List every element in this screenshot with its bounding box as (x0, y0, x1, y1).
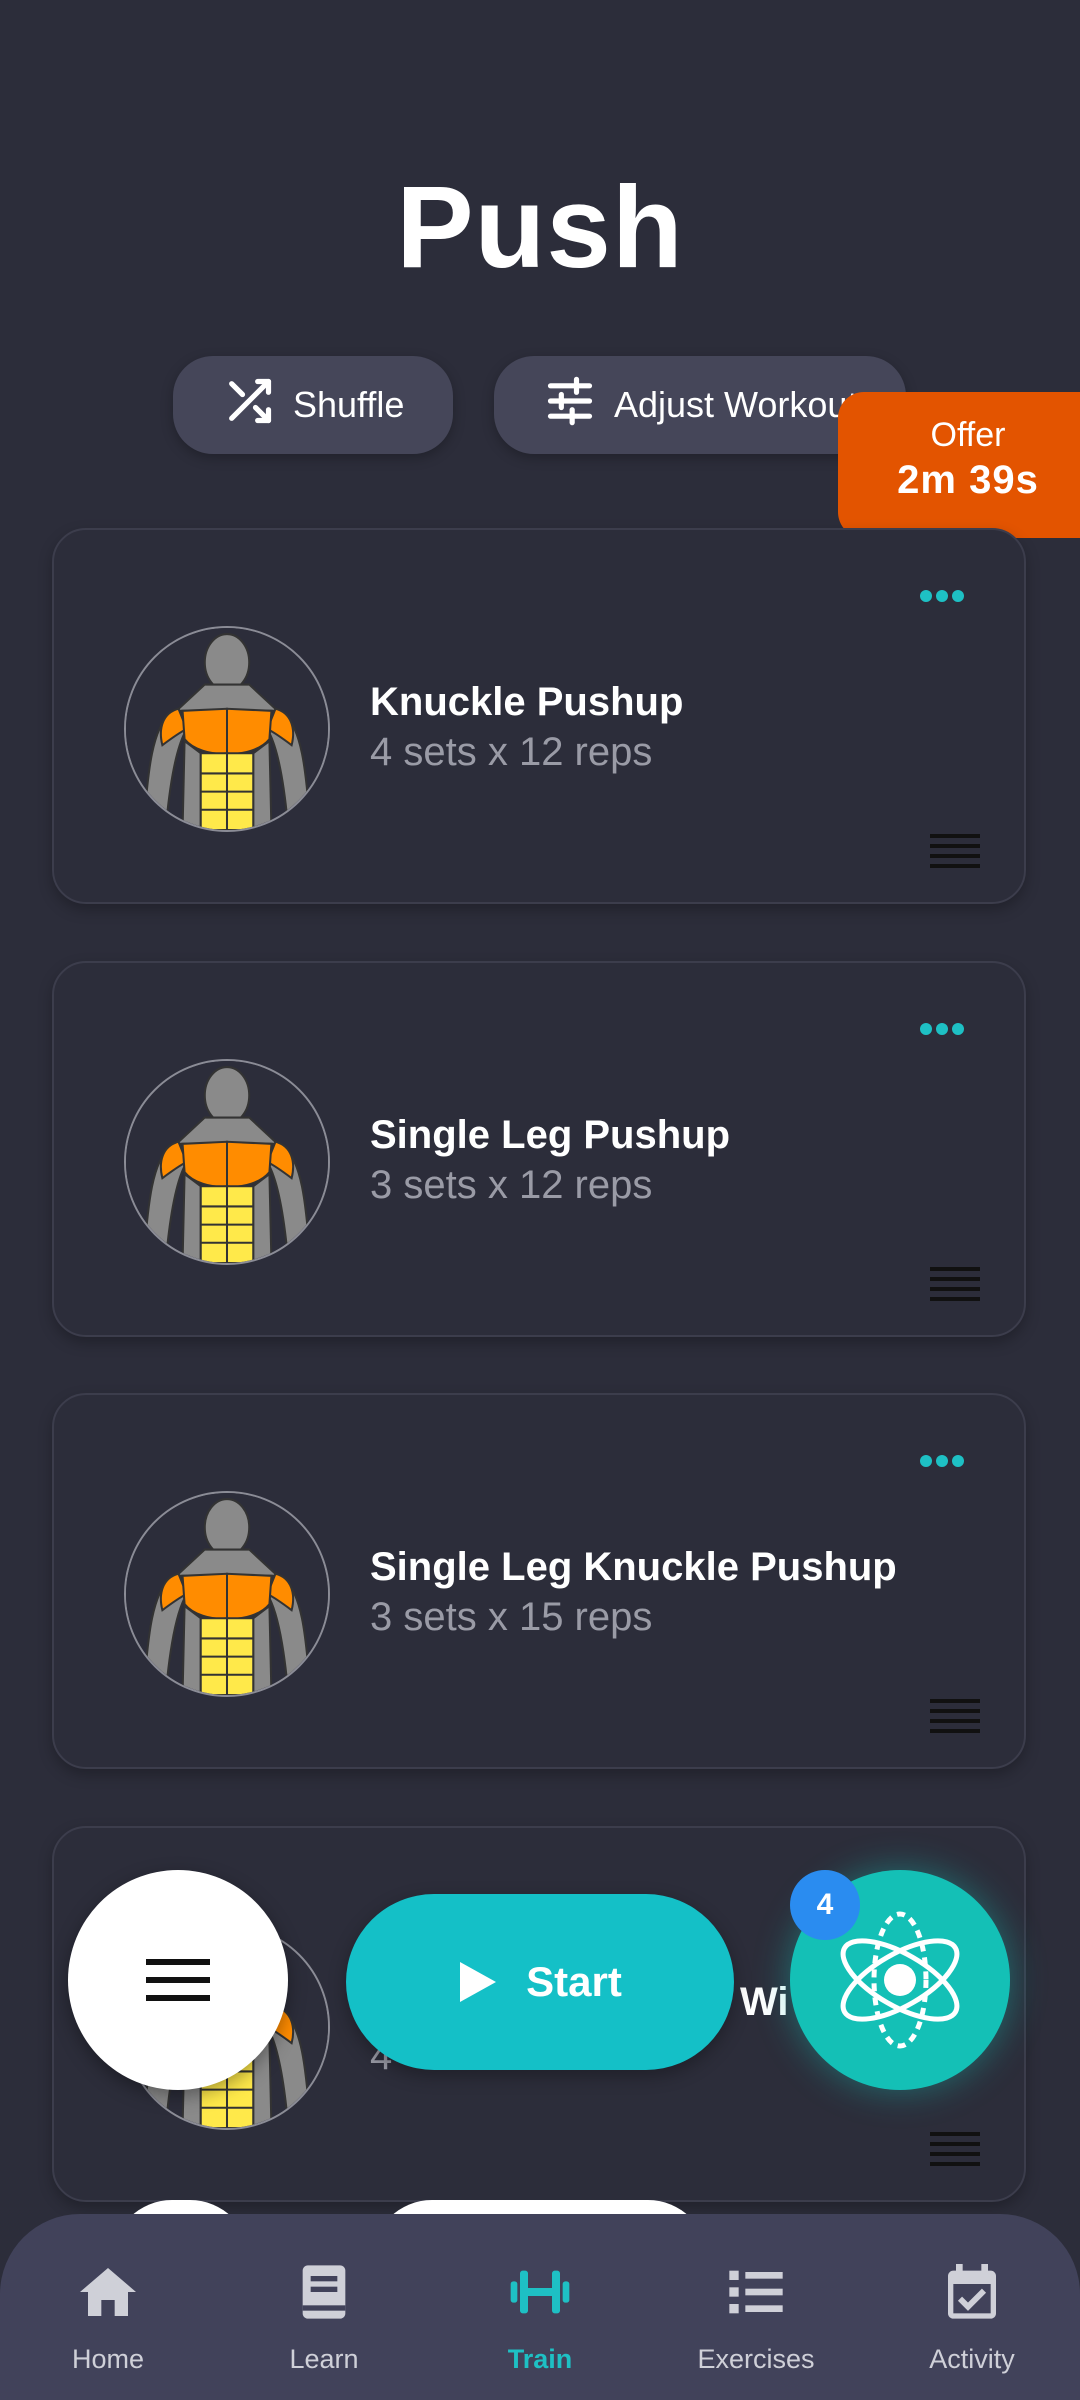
offer-timer: 2m 39s (897, 458, 1039, 502)
nav-item-activity[interactable]: Activity (882, 2260, 1062, 2375)
nav-label-learn: Learn (289, 2344, 359, 2374)
book-icon (302, 2265, 346, 2319)
play-icon (460, 1962, 497, 2002)
muscle-map-icon (124, 1491, 330, 1697)
exercise-card[interactable]: Knuckle Pushup 4 sets x 12 reps (52, 528, 1026, 904)
calendar-check-icon (948, 2264, 996, 2319)
more-options-icon[interactable] (918, 1453, 966, 1469)
page-title: Push (396, 162, 684, 292)
drag-handle-icon[interactable] (930, 832, 980, 872)
more-options-icon[interactable] (918, 588, 966, 604)
nav-item-exercises[interactable]: Exercises (666, 2260, 846, 2375)
nav-label-train: Train (507, 2344, 573, 2374)
nav-item-learn[interactable]: Learn (234, 2260, 414, 2375)
muscle-map-icon (124, 1059, 330, 1265)
drag-handle-icon[interactable] (930, 2130, 980, 2170)
bottom-nav: Home Learn Train Exercises Activity (0, 2214, 1080, 2400)
nav-item-train[interactable]: Train (450, 2260, 630, 2375)
home-icon (80, 2268, 136, 2316)
exercise-detail: 3 sets x 12 reps (370, 1163, 653, 1207)
nav-label-exercises: Exercises (697, 2344, 815, 2374)
start-label: Start (526, 1958, 622, 2005)
hamburger-icon (146, 1959, 210, 2001)
start-button[interactable]: Start (346, 1894, 734, 2070)
nav-label-home: Home (71, 2344, 145, 2374)
offer-badge[interactable]: Offer 2m 39s (838, 392, 1080, 538)
exercise-name: Wi (740, 1980, 789, 2024)
exercise-card[interactable]: Single Leg Pushup 3 sets x 12 reps (52, 961, 1026, 1337)
more-options-icon[interactable] (918, 1021, 966, 1037)
adjust-workout-label: Adjust Workout (614, 384, 858, 425)
nav-label-activity: Activity (929, 2344, 1015, 2374)
notification-badge: 4 (790, 1870, 860, 1940)
exercise-name: Single Leg Knuckle Pushup (370, 1545, 897, 1589)
sliders-icon (544, 375, 596, 436)
nav-item-home[interactable]: Home (18, 2260, 198, 2375)
shuffle-icon (223, 375, 275, 436)
offer-label: Offer (930, 416, 1006, 454)
exercise-name: Knuckle Pushup (370, 680, 684, 724)
shuffle-button[interactable]: Shuffle (173, 356, 453, 454)
drag-handle-icon[interactable] (930, 1265, 980, 1305)
dumbbell-icon (510, 2270, 570, 2314)
exercise-card[interactable]: Single Leg Knuckle Pushup 3 sets x 15 re… (52, 1393, 1026, 1769)
exercise-name: Single Leg Pushup (370, 1113, 731, 1157)
drag-handle-icon[interactable] (930, 1697, 980, 1737)
menu-button[interactable] (68, 1870, 288, 2090)
muscle-map-icon (124, 626, 330, 832)
exercise-detail: 4 sets x 12 reps (370, 730, 653, 774)
shuffle-label: Shuffle (293, 384, 405, 425)
exercise-detail: 3 sets x 15 reps (370, 1595, 653, 1639)
list-icon (729, 2270, 783, 2314)
